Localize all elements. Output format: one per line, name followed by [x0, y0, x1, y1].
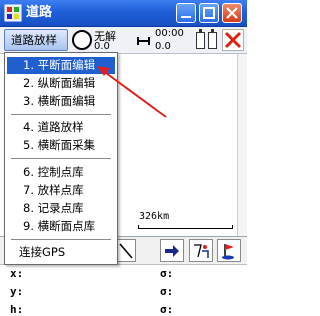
exit-button[interactable]: [222, 29, 244, 51]
window-close-button[interactable]: [222, 3, 242, 23]
flag-icon: [222, 244, 234, 260]
h-label: h:: [10, 303, 24, 316]
battery-1-icon: [196, 29, 205, 49]
road-dropdown-menu: 1. 平断面编辑 2. 纵断面编辑 3. 横断面编辑 4. 道路放样 5. 横断…: [4, 52, 118, 265]
menu-separator: [11, 114, 111, 115]
solution-value: 0.0: [94, 41, 110, 52]
battery-2-icon: [208, 29, 217, 49]
stakeout-tool-button[interactable]: [189, 239, 213, 262]
line-tool-button[interactable]: [116, 239, 136, 262]
menu-item-cross-section-edit[interactable]: 3. 横断面编辑: [7, 93, 115, 110]
y-sigma-label: σ:: [160, 285, 174, 298]
y-label: y:: [10, 285, 24, 298]
menu-separator: [11, 239, 111, 240]
x-sigma-label: σ:: [160, 267, 174, 280]
window-title: 道路: [26, 5, 53, 20]
menu-item-control-points[interactable]: 6. 控制点库: [7, 164, 115, 181]
menu-item-connect-gps[interactable]: 连接GPS: [7, 244, 115, 261]
maximize-button[interactable]: [199, 3, 219, 23]
time-label: 00:00: [155, 28, 184, 39]
menu-item-record-points[interactable]: 8. 记录点库: [7, 200, 115, 217]
solution-status-icon: [72, 30, 92, 50]
menu-item-cross-section-points[interactable]: 9. 横断面点库: [7, 218, 115, 235]
menu-item-plane-section-edit[interactable]: 1. 平断面编辑: [7, 57, 115, 74]
menu-item-cross-section-collect[interactable]: 5. 横断面采集: [7, 137, 115, 154]
menu-separator: [11, 158, 111, 159]
red-close-icon: [224, 31, 242, 49]
title-bar: 道路: [0, 0, 247, 27]
status-bar: 道路放样 无解 0.0 00:00 0.0: [0, 27, 247, 54]
arrow-right-icon: [165, 245, 179, 257]
vertical-scrollbar[interactable]: [237, 54, 247, 236]
ok-button[interactable]: [176, 3, 196, 23]
h-sigma-label: σ:: [160, 303, 174, 316]
road-stakeout-menu-button[interactable]: 道路放样: [4, 29, 68, 51]
flag-button[interactable]: [217, 239, 241, 262]
maximize-icon: [203, 7, 215, 19]
next-button[interactable]: [160, 239, 184, 262]
time-value: 0.0: [155, 41, 171, 52]
menu-item-longitudinal-edit[interactable]: 2. 纵断面编辑: [7, 75, 115, 92]
stakeout-icon: [194, 244, 209, 258]
coordinates-panel: x: σ: y: σ: h: σ:: [0, 264, 247, 316]
close-icon: [226, 7, 238, 19]
menu-item-road-stakeout[interactable]: 4. 道路放样: [7, 119, 115, 136]
satellite-icon: [137, 37, 150, 45]
scale-bar: [138, 225, 233, 229]
scale-label: 326km: [139, 211, 170, 222]
ok-icon: [181, 16, 191, 18]
x-label: x:: [10, 267, 24, 280]
menu-item-stakeout-points[interactable]: 7. 放样点库: [7, 182, 115, 199]
app-icon: [4, 4, 22, 22]
slash-icon: [119, 243, 133, 259]
